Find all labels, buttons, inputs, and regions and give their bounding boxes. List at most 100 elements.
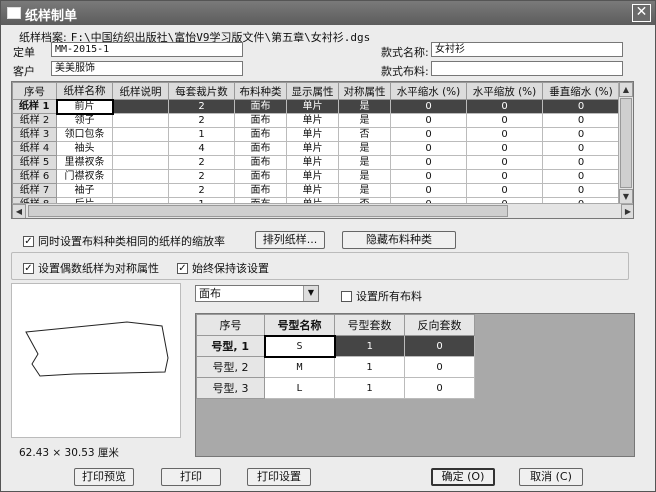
pattern-desc-cell[interactable] — [112, 99, 169, 114]
print-setup-button[interactable]: 打印设置 — [247, 468, 311, 486]
customer-field[interactable]: 美美服饰 — [51, 61, 243, 76]
table-row[interactable]: 纸样 6 门襟衩条 2 面布 单片 是 0 0 0 — [12, 169, 620, 184]
row-header[interactable]: 纸样 3 — [12, 127, 57, 142]
style-name-field[interactable]: 女衬衫 — [431, 42, 623, 57]
reverse-sets-cell[interactable]: 0 — [404, 377, 475, 399]
size-name-cell[interactable]: M — [264, 356, 335, 378]
grid-vertical-scrollbar[interactable]: ▲ ▼ — [618, 82, 633, 204]
table-row[interactable]: 纸样 3 领口包条 1 面布 单片 否 0 0 0 — [12, 127, 620, 142]
symmetric-attr-cell[interactable]: 是 — [338, 141, 391, 156]
order-field[interactable]: MM-2015-1 — [51, 42, 243, 57]
checkbox-checked-icon[interactable]: ✓ — [177, 262, 188, 274]
column-header[interactable]: 水平缩放 (%) — [466, 82, 543, 100]
pattern-name-cell[interactable]: 袖子 — [56, 183, 113, 198]
h-shrink-cell[interactable]: 0 — [390, 183, 467, 198]
column-header[interactable]: 号型套数 — [334, 314, 405, 336]
reverse-sets-cell[interactable]: 0 — [404, 335, 475, 357]
h-scale-cell[interactable]: 0 — [466, 169, 543, 184]
table-row[interactable]: 纸样 4 袖头 4 面布 单片 是 0 0 0 — [12, 141, 620, 156]
h-shrink-cell[interactable]: 0 — [390, 155, 467, 170]
vertical-scroll-thumb[interactable] — [620, 98, 632, 188]
even-symmetric-checkbox[interactable]: ✓ 设置偶数纸样为对称属性 — [23, 260, 159, 276]
display-attr-cell[interactable]: 单片 — [286, 141, 339, 156]
fabric-type-cell[interactable]: 面布 — [234, 169, 287, 184]
display-attr-cell[interactable]: 单片 — [286, 155, 339, 170]
reverse-sets-cell[interactable]: 0 — [404, 356, 475, 378]
display-attr-cell[interactable]: 单片 — [286, 99, 339, 114]
column-header[interactable]: 对称属性 — [338, 82, 391, 100]
table-row[interactable]: 纸样 7 袖子 2 面布 单片 是 0 0 0 — [12, 183, 620, 198]
column-header[interactable]: 每套裁片数 — [168, 82, 235, 100]
v-shrink-cell[interactable]: 0 — [542, 183, 620, 198]
piece-count-cell[interactable]: 2 — [168, 183, 235, 198]
h-scale-cell[interactable]: 0 — [466, 183, 543, 198]
display-attr-cell[interactable]: 单片 — [286, 127, 339, 142]
column-header[interactable]: 序号 — [196, 314, 265, 336]
same-fabric-scale-checkbox[interactable]: ✓ 同时设置布料种类相同的纸样的缩放率 — [23, 233, 225, 249]
horizontal-scroll-thumb[interactable] — [28, 205, 508, 217]
fabric-select[interactable]: 面布 ▼ — [195, 285, 319, 302]
v-shrink-cell[interactable]: 0 — [542, 127, 620, 142]
cancel-button[interactable]: 取消 (C) — [519, 468, 583, 486]
column-header[interactable]: 序号 — [12, 82, 57, 100]
piece-count-cell[interactable]: 4 — [168, 141, 235, 156]
display-attr-cell[interactable]: 单片 — [286, 113, 339, 128]
column-header[interactable]: 反向套数 — [404, 314, 475, 336]
fabric-type-cell[interactable]: 面布 — [234, 127, 287, 142]
table-row[interactable]: 号型, 1 S 1 0 — [196, 334, 475, 358]
display-attr-cell[interactable]: 单片 — [286, 169, 339, 184]
print-button[interactable]: 打印 — [161, 468, 221, 486]
v-shrink-cell[interactable]: 0 — [542, 141, 620, 156]
scroll-right-icon[interactable]: ▶ — [621, 204, 633, 218]
fabric-type-cell[interactable]: 面布 — [234, 155, 287, 170]
checkbox-unchecked-icon[interactable] — [341, 290, 352, 302]
hide-fabric-types-button[interactable]: 隐藏布料种类 — [342, 231, 456, 249]
h-scale-cell[interactable]: 0 — [466, 141, 543, 156]
column-header[interactable]: 号型名称 — [264, 314, 335, 336]
piece-count-cell[interactable]: 2 — [168, 99, 235, 114]
symmetric-attr-cell[interactable]: 否 — [338, 127, 391, 142]
row-header[interactable]: 纸样 7 — [12, 183, 57, 198]
checkbox-checked-icon[interactable]: ✓ — [23, 235, 34, 247]
row-header[interactable]: 纸样 1 — [12, 99, 57, 114]
column-header[interactable]: 水平缩水 (%) — [390, 82, 467, 100]
v-shrink-cell[interactable]: 0 — [542, 99, 620, 114]
piece-count-cell[interactable]: 2 — [168, 113, 235, 128]
pattern-desc-cell[interactable] — [112, 113, 169, 128]
chevron-down-icon[interactable]: ▼ — [303, 286, 318, 301]
row-header[interactable]: 纸样 6 — [12, 169, 57, 184]
size-sets-cell[interactable]: 1 — [334, 377, 405, 399]
fabric-type-cell[interactable]: 面布 — [234, 141, 287, 156]
fabric-type-cell[interactable]: 面布 — [234, 113, 287, 128]
h-shrink-cell[interactable]: 0 — [390, 169, 467, 184]
column-header[interactable]: 纸样名称 — [56, 82, 113, 100]
table-row[interactable]: 号型, 3 L 1 0 — [196, 377, 475, 399]
v-shrink-cell[interactable]: 0 — [542, 113, 620, 128]
table-row[interactable]: 纸样 5 里襟衩条 2 面布 单片 是 0 0 0 — [12, 155, 620, 170]
fabric-type-cell[interactable]: 面布 — [234, 99, 287, 114]
ok-button[interactable]: 确定 (O) — [431, 468, 495, 486]
h-shrink-cell[interactable]: 0 — [390, 99, 467, 114]
h-scale-cell[interactable]: 0 — [466, 127, 543, 142]
pattern-name-cell[interactable]: 门襟衩条 — [56, 169, 113, 184]
pattern-desc-cell[interactable] — [112, 155, 169, 170]
pattern-name-cell[interactable]: 袖头 — [56, 141, 113, 156]
arrange-patterns-button[interactable]: 排列纸样... — [255, 231, 325, 249]
pattern-desc-cell[interactable] — [112, 141, 169, 156]
symmetric-attr-cell[interactable]: 是 — [338, 155, 391, 170]
checkbox-checked-icon[interactable]: ✓ — [23, 262, 34, 274]
pattern-name-cell[interactable]: 前片 — [55, 98, 114, 115]
table-row[interactable]: 纸样 2 领子 2 面布 单片 是 0 0 0 — [12, 113, 620, 128]
symmetric-attr-cell[interactable]: 是 — [338, 183, 391, 198]
size-sets-cell[interactable]: 1 — [334, 335, 405, 357]
table-row[interactable]: 纸样 1 前片 2 面布 单片 是 0 0 0 — [12, 98, 620, 115]
row-header[interactable]: 号型, 3 — [196, 377, 265, 399]
h-shrink-cell[interactable]: 0 — [390, 127, 467, 142]
column-header[interactable]: 纸样说明 — [112, 82, 169, 100]
size-sets-cell[interactable]: 1 — [334, 356, 405, 378]
keep-setting-checkbox[interactable]: ✓ 始终保持该设置 — [177, 260, 269, 276]
symmetric-attr-cell[interactable]: 是 — [338, 113, 391, 128]
table-row[interactable]: 号型, 2 M 1 0 — [196, 356, 475, 378]
row-header[interactable]: 纸样 4 — [12, 141, 57, 156]
symmetric-attr-cell[interactable]: 是 — [338, 99, 391, 114]
